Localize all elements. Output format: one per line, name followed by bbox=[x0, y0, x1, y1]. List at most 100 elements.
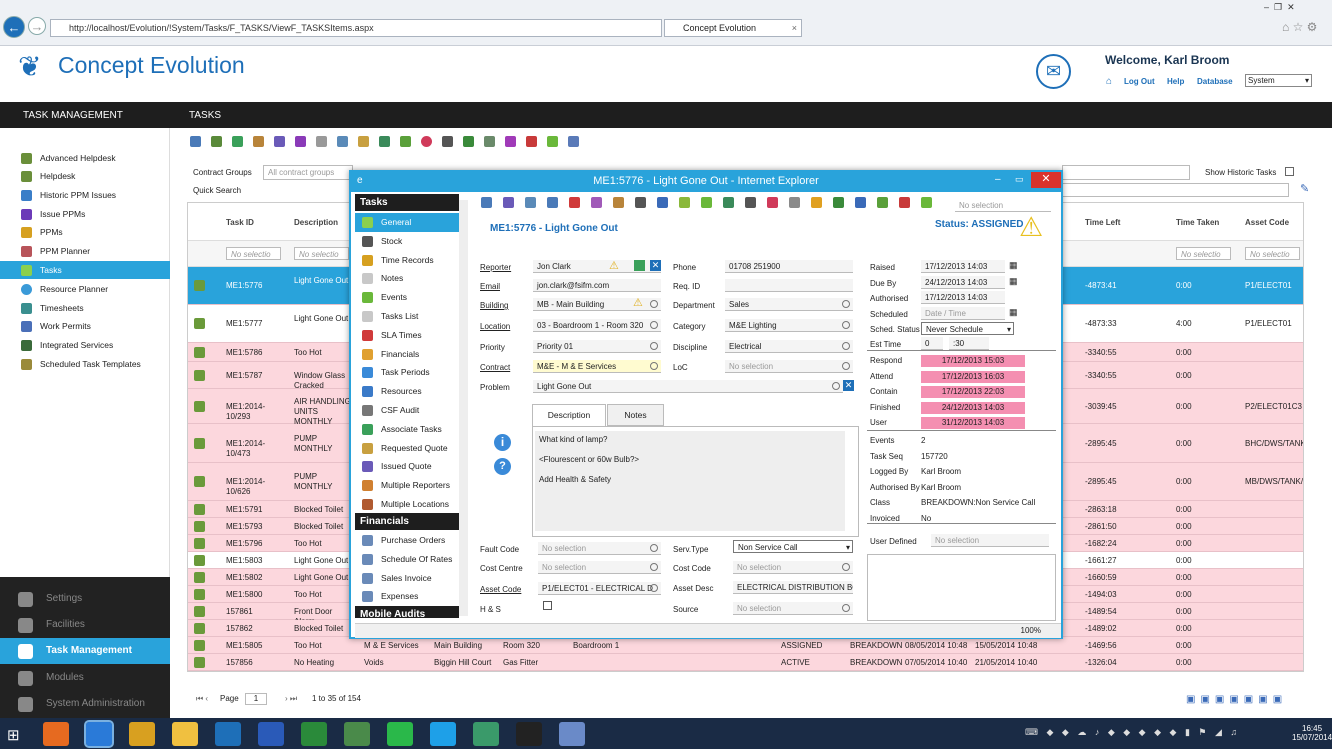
search-icon[interactable] bbox=[650, 584, 658, 592]
sidebar-item-work-permits[interactable]: Work Permits bbox=[0, 317, 170, 335]
excel-icon[interactable] bbox=[301, 722, 327, 746]
database-link[interactable]: Database bbox=[1197, 77, 1233, 86]
toolbar-action-icon[interactable] bbox=[569, 197, 580, 208]
nav-item-events[interactable]: Events bbox=[355, 288, 459, 307]
report-icon[interactable] bbox=[295, 136, 306, 147]
page-input[interactable]: 1 bbox=[245, 693, 267, 705]
new-icon[interactable] bbox=[190, 136, 201, 147]
field-loc[interactable]: No selection bbox=[725, 360, 853, 373]
description-text[interactable]: What kind of lamp? <Flourescent or 60w B… bbox=[535, 431, 845, 531]
field-cost_code[interactable]: No selection bbox=[733, 561, 853, 574]
search-icon[interactable] bbox=[650, 362, 658, 370]
move-icon[interactable] bbox=[463, 136, 474, 147]
refresh-icon[interactable] bbox=[232, 136, 243, 147]
column-filter-input[interactable]: No selectio bbox=[294, 247, 349, 260]
toolbar-action-icon[interactable] bbox=[525, 197, 536, 208]
toolbar-action-icon[interactable] bbox=[679, 197, 690, 208]
next-page-icon[interactable]: › ⏭ bbox=[285, 694, 297, 704]
word-icon[interactable] bbox=[258, 722, 284, 746]
search-icon[interactable] bbox=[842, 300, 850, 308]
search-icon[interactable] bbox=[842, 362, 850, 370]
menu-tasks[interactable]: TASKS bbox=[189, 110, 221, 121]
chrome-icon[interactable] bbox=[129, 722, 155, 746]
field-source[interactable]: No selection bbox=[733, 602, 853, 615]
first-page-icon[interactable]: ⏮ ‹ bbox=[196, 694, 208, 704]
quick-search-input[interactable] bbox=[1062, 183, 1289, 197]
system-select[interactable]: System ▾ bbox=[1245, 74, 1312, 87]
firefox-icon[interactable] bbox=[43, 722, 69, 746]
skype-icon[interactable] bbox=[430, 722, 456, 746]
table-row[interactable]: ME1:5805 Too Hot M & E Services Main Buildi… bbox=[188, 637, 1303, 654]
field-priority[interactable]: Priority 01 bbox=[533, 340, 661, 353]
toolbar-action-icon[interactable] bbox=[723, 197, 734, 208]
popup-close-button[interactable]: ✕ bbox=[1031, 172, 1061, 188]
sidebar-item-historic-ppm[interactable]: Historic PPM Issues bbox=[0, 186, 170, 204]
field-department[interactable]: Sales bbox=[725, 298, 853, 311]
sidebar-item-tasks[interactable]: Tasks bbox=[0, 261, 170, 279]
field-fault[interactable]: No selection bbox=[538, 542, 661, 555]
flag-icon[interactable] bbox=[526, 136, 537, 147]
field-reqid[interactable] bbox=[725, 279, 853, 292]
help-link[interactable]: Help bbox=[1167, 77, 1184, 86]
search-icon[interactable] bbox=[842, 563, 850, 571]
column-filter-input[interactable]: No selectio bbox=[1176, 247, 1231, 260]
assign-icon[interactable] bbox=[379, 136, 390, 147]
contract-groups-select[interactable]: All contract groups bbox=[263, 165, 353, 180]
browser-tab[interactable]: Concept Evolution × bbox=[664, 19, 802, 37]
toolbar-action-icon[interactable] bbox=[657, 197, 668, 208]
search-icon[interactable] bbox=[842, 342, 850, 350]
column-header[interactable]: Time Taken bbox=[1176, 218, 1219, 227]
sidebar-item-scheduled-templates[interactable]: Scheduled Task Templates bbox=[0, 355, 170, 373]
forward-button[interactable]: → bbox=[28, 17, 46, 35]
column-filter-input[interactable]: No selectio bbox=[1245, 247, 1300, 260]
nav-item-sla-times[interactable]: SLA Times bbox=[355, 326, 459, 345]
toolbar-action-icon[interactable] bbox=[899, 197, 910, 208]
nav-item-general[interactable]: General bbox=[355, 213, 459, 232]
toolbar-action-icon[interactable] bbox=[767, 197, 778, 208]
calendar-icon[interactable] bbox=[358, 136, 369, 147]
due-field[interactable]: 24/12/2013 14:03 bbox=[921, 276, 1005, 289]
popup-toolbar-search[interactable]: No selection bbox=[955, 199, 1051, 212]
column-header[interactable]: Task ID bbox=[226, 218, 254, 227]
nav-item-sales-invoice[interactable]: Sales Invoice bbox=[355, 569, 459, 588]
calendar-icon[interactable]: ▦ bbox=[1009, 307, 1018, 318]
toolbar-action-icon[interactable] bbox=[811, 197, 822, 208]
stop-icon[interactable] bbox=[421, 136, 432, 147]
maximize-icon[interactable]: ▭ bbox=[1015, 174, 1024, 185]
nav-item-csf-audit[interactable]: CSF Audit bbox=[355, 401, 459, 420]
grid-tool-icons[interactable]: ▣▣▣▣▣▣▣ bbox=[1186, 694, 1287, 705]
column-header[interactable]: Description bbox=[294, 218, 338, 227]
toolbar-action-icon[interactable] bbox=[481, 197, 492, 208]
raised-field[interactable]: 17/12/2013 14:03 bbox=[921, 260, 1005, 273]
user-defined-field[interactable]: No selection bbox=[931, 534, 1049, 547]
sidebar-item-ppms[interactable]: PPMs bbox=[0, 223, 170, 241]
tools-icon[interactable] bbox=[253, 136, 264, 147]
user-icon[interactable] bbox=[568, 136, 579, 147]
tray-icons[interactable]: ⌨ ◆ ◆ ☁ ♪ ◆ ◆ ◆ ◆ ◆ ▮ ⚑ ◢ ♫ bbox=[1025, 727, 1240, 738]
sidebar-item-timesheets[interactable]: Timesheets bbox=[0, 299, 170, 317]
column-header[interactable]: Asset Code bbox=[1245, 218, 1289, 227]
calendar-icon[interactable]: ▦ bbox=[1009, 260, 1018, 271]
zoom-level[interactable]: 100% bbox=[1021, 626, 1041, 635]
est-minutes-field[interactable]: :30 bbox=[949, 337, 989, 350]
bar-icon[interactable] bbox=[547, 136, 558, 147]
app-icon[interactable] bbox=[473, 722, 499, 746]
add-reporter-icon[interactable] bbox=[634, 260, 645, 271]
home-star-gear-icons[interactable]: ⌂ ☆ ⚙ bbox=[1282, 20, 1317, 34]
sidebar-item-resource-planner[interactable]: Resource Planner bbox=[0, 280, 170, 298]
column-filter-input[interactable]: No selectio bbox=[226, 247, 281, 260]
field-location[interactable]: 03 - Boardroom 1 - Room 320 bbox=[533, 319, 661, 332]
module-modules[interactable]: Modules bbox=[0, 665, 170, 691]
windows-start-icon[interactable]: ⊞ bbox=[7, 726, 20, 744]
sidebar-item-advanced-helpdesk[interactable]: Advanced Helpdesk bbox=[0, 149, 170, 167]
module-settings[interactable]: Settings bbox=[0, 586, 170, 612]
search-icon[interactable] bbox=[650, 563, 658, 571]
sched-status-select[interactable]: Never Schedule ▾ bbox=[921, 322, 1014, 335]
print-icon[interactable] bbox=[337, 136, 348, 147]
module-facilities[interactable]: Facilities bbox=[0, 612, 170, 638]
nav-item-resources[interactable]: Resources bbox=[355, 382, 459, 401]
field-asset_desc[interactable]: ELECTRICAL DISTRIBUTION BOARI bbox=[733, 581, 853, 594]
address-bar[interactable]: http://localhost/Evolution/!System/Tasks… bbox=[50, 19, 662, 37]
nav-item-issued-quote[interactable]: Issued Quote bbox=[355, 457, 459, 476]
field-asset_code[interactable]: P1/ELECT01 - ELECTRICAL D bbox=[538, 582, 661, 595]
